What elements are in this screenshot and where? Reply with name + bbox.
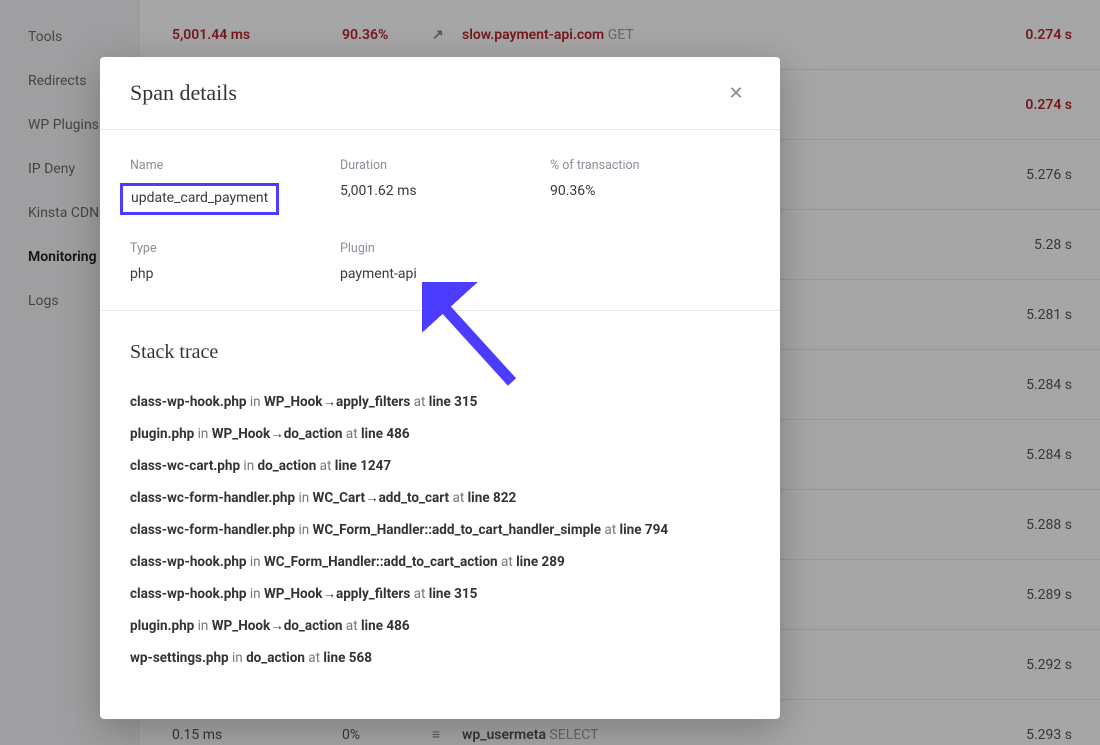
- frame-function: WC_Form_Handler::add_to_cart_handler_sim…: [313, 522, 602, 538]
- frame-function: WC_Form_Handler::add_to_cart_action: [264, 554, 498, 570]
- modal-header: Span details ✕: [100, 57, 780, 130]
- field-label: % of transaction: [550, 158, 750, 173]
- stack-frame: class-wc-form-handler.php in WC_Form_Han…: [130, 522, 750, 538]
- close-button[interactable]: ✕: [722, 79, 750, 107]
- field-value: 5,001.62 ms: [340, 183, 550, 199]
- frame-file: class-wp-hook.php: [130, 586, 247, 602]
- stack-frame: class-wc-cart.php in do_action at line 1…: [130, 458, 750, 474]
- frame-file: class-wp-hook.php: [130, 554, 247, 570]
- frame-line: line 1247: [335, 458, 391, 474]
- span-details-modal: Span details ✕ Name update_card_payment …: [100, 57, 780, 719]
- frame-line: line 315: [429, 586, 478, 602]
- frame-line: line 794: [620, 522, 669, 538]
- stack-frame: class-wp-hook.php in WP_Hook→apply_filte…: [130, 394, 750, 410]
- stack-frame: class-wp-hook.php in WC_Form_Handler::ad…: [130, 554, 750, 570]
- frame-line: line 486: [361, 618, 410, 634]
- stack-frame: wp-settings.php in do_action at line 568: [130, 650, 750, 666]
- close-icon: ✕: [728, 83, 743, 104]
- frame-file: class-wc-cart.php: [130, 458, 240, 474]
- field-pct: % of transaction 90.36%: [550, 158, 750, 215]
- modal-body: Name update_card_payment Duration 5,001.…: [100, 130, 780, 311]
- frame-function: WP_Hook→apply_filters: [264, 586, 410, 602]
- frame-line: line 486: [361, 426, 410, 442]
- field-value: update_card_payment: [120, 183, 279, 215]
- frame-file: plugin.php: [130, 426, 194, 442]
- frame-function: WP_Hook→apply_filters: [264, 394, 410, 410]
- frame-function: WP_Hook→do_action: [212, 618, 343, 634]
- field-type: Type php: [130, 241, 340, 282]
- frame-line: line 315: [429, 394, 478, 410]
- modal-title: Span details: [130, 80, 237, 106]
- frame-function: do_action: [246, 650, 305, 666]
- frame-file: wp-settings.php: [130, 650, 229, 666]
- frame-function: WP_Hook→do_action: [212, 426, 343, 442]
- field-duration: Duration 5,001.62 ms: [340, 158, 550, 215]
- field-plugin: Plugin payment-api: [340, 241, 550, 282]
- field-value: 90.36%: [550, 183, 750, 199]
- field-label: Name: [130, 158, 340, 173]
- frame-file: class-wp-hook.php: [130, 394, 247, 410]
- frame-line: line 568: [323, 650, 372, 666]
- frame-file: plugin.php: [130, 618, 194, 634]
- stack-trace-title: Stack trace: [130, 341, 750, 364]
- stack-frame: class-wp-hook.php in WP_Hook→apply_filte…: [130, 586, 750, 602]
- frame-line: line 822: [468, 490, 517, 506]
- field-label: Type: [130, 241, 340, 256]
- field-label: Duration: [340, 158, 550, 173]
- field-value: php: [130, 266, 340, 282]
- stack-frame: class-wc-form-handler.php in WC_Cart→add…: [130, 490, 750, 506]
- frame-file: class-wc-form-handler.php: [130, 490, 295, 506]
- field-label: Plugin: [340, 241, 550, 256]
- stack-frame: plugin.php in WP_Hook→do_action at line …: [130, 618, 750, 634]
- field-value: payment-api: [340, 266, 550, 282]
- frame-file: class-wc-form-handler.php: [130, 522, 295, 538]
- stack-trace-section: Stack trace class-wp-hook.php in WP_Hook…: [100, 311, 780, 702]
- frame-line: line 289: [516, 554, 565, 570]
- frame-function: WC_Cart→add_to_cart: [313, 490, 450, 506]
- stack-frame: plugin.php in WP_Hook→do_action at line …: [130, 426, 750, 442]
- field-name: Name update_card_payment: [130, 158, 340, 215]
- frame-function: do_action: [258, 458, 317, 474]
